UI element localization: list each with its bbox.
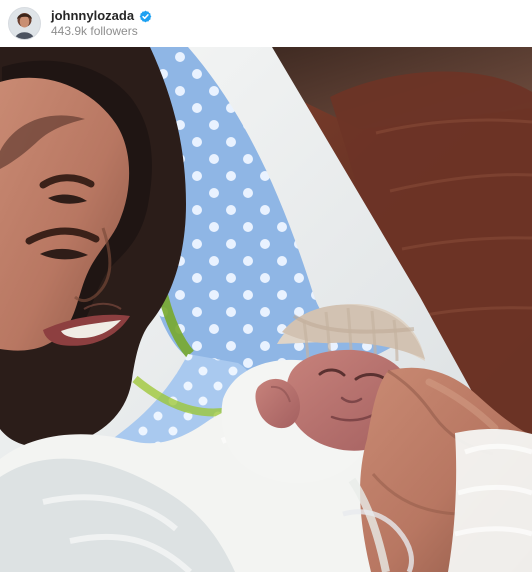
account-identity: johnnylozada 443.9k followers — [51, 9, 152, 37]
verified-check-icon — [139, 10, 152, 23]
follower-count: 443.9k followers — [51, 24, 138, 39]
post-photo[interactable] — [0, 47, 532, 572]
username-row: johnnylozada — [51, 9, 152, 23]
avatar[interactable] — [8, 7, 41, 40]
instagram-post-card: johnnylozada 443.9k followers — [0, 0, 532, 572]
post-header: johnnylozada 443.9k followers — [0, 0, 532, 47]
username[interactable]: johnnylozada — [51, 9, 134, 23]
